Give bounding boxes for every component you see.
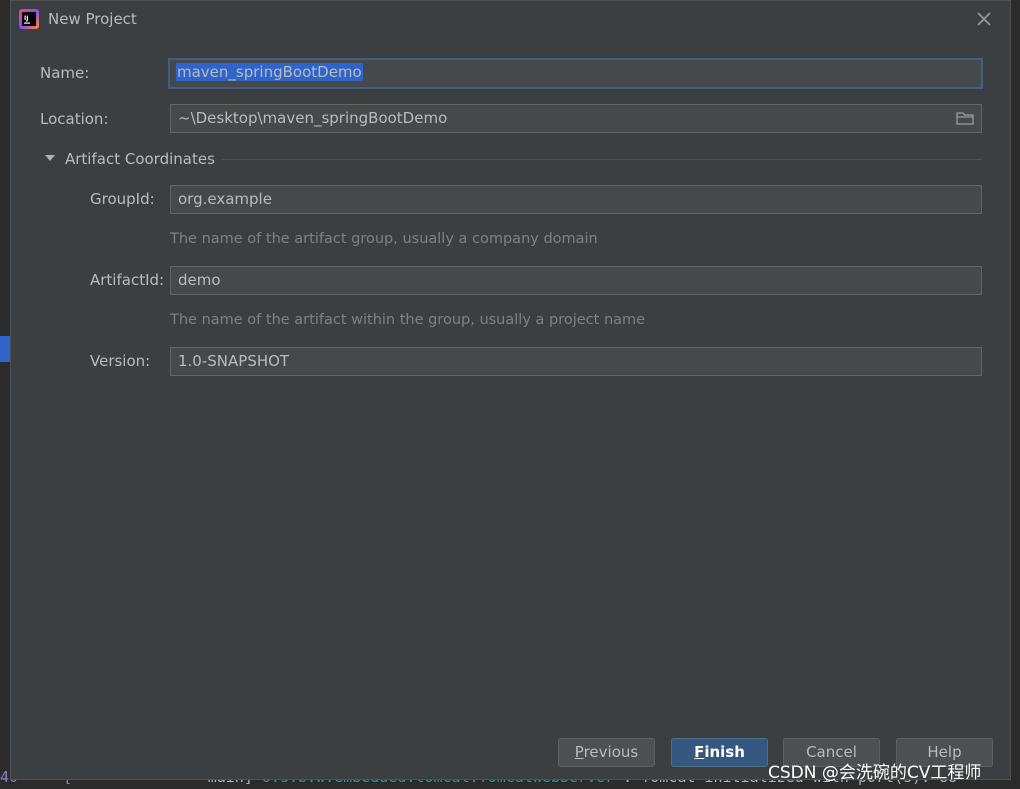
name-label: Name: xyxy=(40,64,90,82)
location-input-value: ~\Desktop\maven_springBootDemo xyxy=(178,109,448,127)
chevron-down-icon[interactable] xyxy=(43,151,57,165)
previous-mnemonic: P xyxy=(574,743,584,761)
csdn-watermark: CSDN @会洗碗的CV工程师 xyxy=(768,763,982,783)
intellij-idea-icon: IJ xyxy=(19,9,39,29)
finish-mnemonic: F xyxy=(694,743,705,761)
finish-label-rest: inish xyxy=(704,743,745,761)
dialog-title: New Project xyxy=(48,10,137,28)
artifact-coordinates-title[interactable]: Artifact Coordinates xyxy=(65,150,215,168)
finish-button[interactable]: Finish xyxy=(671,738,768,767)
groupid-input[interactable]: org.example xyxy=(170,185,982,214)
previous-label-rest: revious xyxy=(583,743,639,761)
folder-icon[interactable] xyxy=(956,111,974,125)
previous-button[interactable]: Previous xyxy=(558,738,655,767)
location-input[interactable]: ~\Desktop\maven_springBootDemo xyxy=(170,104,982,133)
background-editor-gutter xyxy=(0,0,10,789)
version-input-value: 1.0-SNAPSHOT xyxy=(178,352,290,370)
name-input[interactable]: maven_springBootDemo xyxy=(168,58,983,89)
section-divider xyxy=(221,159,982,160)
groupid-input-value: org.example xyxy=(178,190,272,208)
artifactid-label: ArtifactId: xyxy=(90,271,165,289)
version-label: Version: xyxy=(90,352,151,370)
artifactid-input-value: demo xyxy=(178,271,221,289)
location-label: Location: xyxy=(40,110,109,128)
svg-text:IJ: IJ xyxy=(24,15,28,22)
groupid-label: GroupId: xyxy=(90,190,155,208)
artifactid-hint: The name of the artifact within the grou… xyxy=(170,312,646,328)
version-input[interactable]: 1.0-SNAPSHOT xyxy=(170,347,982,376)
groupid-hint: The name of the artifact group, usually … xyxy=(170,231,598,247)
close-icon[interactable] xyxy=(974,9,994,29)
name-input-value: maven_springBootDemo xyxy=(176,63,363,81)
background-editor-edge xyxy=(1011,0,1020,789)
dialog-titlebar: IJ New Project xyxy=(11,1,1010,37)
artifactid-input[interactable]: demo xyxy=(170,266,982,295)
new-project-dialog: IJ New Project Name: maven_springBootDem… xyxy=(10,0,1011,780)
background-selection xyxy=(0,336,10,362)
